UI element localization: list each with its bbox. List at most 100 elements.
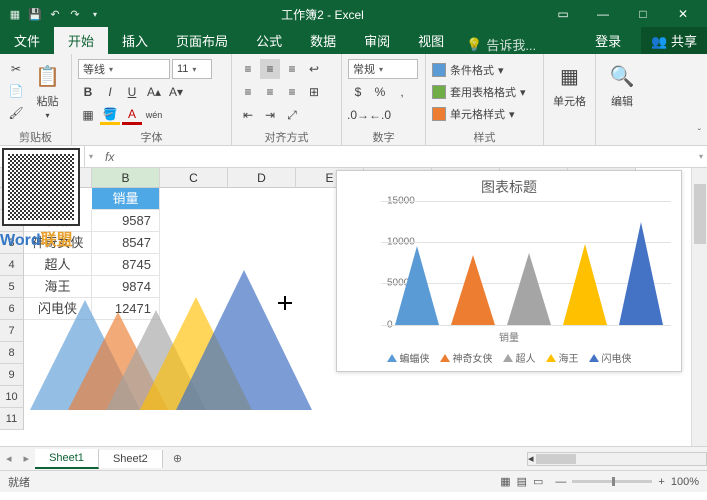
number-format-combo[interactable]: 常规▾ [348,59,418,79]
pagebreak-view-icon[interactable]: ▭ [533,475,543,488]
chart-legend: 蝙蝠侠神奇女侠超人海王闪电侠 [337,350,681,365]
header-cell[interactable]: 销量 [92,188,160,210]
indent-dec-button[interactable]: ⇤ [238,105,258,125]
sheet-nav-next-icon[interactable]: ▸ [18,452,36,465]
zoom-slider[interactable] [572,480,652,483]
inc-decimal-button[interactable]: .0→ [348,105,368,125]
redo-icon[interactable]: ↷ [68,7,82,21]
chart-xlabel: 销量 [337,329,681,344]
chart-object[interactable]: 图表标题 15000 10000 5000 0 销量 蝙蝠侠神奇女侠超人海王闪电… [336,170,682,372]
zoom-level[interactable]: 100% [671,476,699,488]
phonetic-button[interactable]: wén [144,105,164,125]
font-color-button[interactable]: A [122,105,142,125]
group-align: 对齐方式 [238,129,335,143]
row-header[interactable]: 9 [0,364,24,386]
share-button[interactable]: 👥 共享 [641,27,707,54]
data-cell[interactable]: 9587 [92,210,160,232]
zoom-out-button[interactable]: — [555,476,566,488]
data-cell[interactable]: 9874 [92,276,160,298]
paste-button[interactable]: 📋 粘贴 ▾ [30,57,65,120]
tab-file[interactable]: 文件 [0,27,54,54]
tab-formula[interactable]: 公式 [242,27,296,54]
align-top-button[interactable]: ≡ [238,59,258,79]
sheet-nav-prev-icon[interactable]: ◂ [0,452,18,465]
cut-icon[interactable]: ✂ [6,59,26,79]
ribbon-opts-icon[interactable]: ▭ [543,0,583,28]
horizontal-scrollbar[interactable]: ◂ [527,452,707,466]
new-sheet-button[interactable]: ⊕ [163,452,192,465]
italic-button[interactable]: I [100,82,120,102]
vertical-scrollbar[interactable] [691,168,707,446]
indent-inc-button[interactable]: ⇥ [260,105,280,125]
row-header[interactable]: 7 [0,320,24,342]
tab-layout[interactable]: 页面布局 [162,27,242,54]
row-header[interactable]: 4 [0,254,24,276]
merge-button[interactable]: ⊞ [304,82,324,102]
align-bottom-button[interactable]: ≡ [282,59,302,79]
conditional-format-button[interactable]: 条件格式 ▾ [432,61,504,79]
orientation-button[interactable]: ⤢ [282,105,302,125]
cells-icon: ▦ [555,61,585,91]
col-header[interactable]: D [228,168,296,188]
tab-view[interactable]: 视图 [404,27,458,54]
row-header[interactable]: 8 [0,342,24,364]
undo-icon[interactable]: ↶ [48,7,62,21]
font-name-combo[interactable]: 等线▾ [78,59,170,79]
bold-button[interactable]: B [78,82,98,102]
data-cell[interactable]: 闪电侠 [24,298,92,320]
percent-button[interactable]: % [370,82,390,102]
tab-home[interactable]: 开始 [54,27,108,54]
qat-dd-icon[interactable]: ▾ [88,7,102,21]
edit-button[interactable]: 🔍编辑 [602,57,642,109]
data-cell[interactable]: 8745 [92,254,160,276]
maximize-icon[interactable]: □ [623,0,663,28]
pagelayout-view-icon[interactable]: ▤ [517,475,527,488]
cells-button[interactable]: ▦单元格 [550,57,589,109]
data-cell[interactable]: 12471 [92,298,160,320]
normal-view-icon[interactable]: ▦ [500,475,510,488]
tab-data[interactable]: 数据 [296,27,350,54]
collapse-ribbon-icon[interactable]: ˇ [698,128,701,139]
expand-fbar-icon[interactable]: ▾ [695,152,707,161]
copy-icon[interactable]: 📄 [6,81,26,101]
dec-decimal-button[interactable]: ←.0 [370,105,390,125]
data-cell[interactable]: 海王 [24,276,92,298]
close-icon[interactable]: ✕ [663,0,703,28]
cell-style-button[interactable]: 单元格样式 ▾ [432,105,515,123]
align-middle-button[interactable]: ≡ [260,59,280,79]
row-header[interactable]: 6 [0,298,24,320]
minimize-icon[interactable]: — [583,0,623,28]
align-right-button[interactable]: ≡ [282,82,302,102]
comma-button[interactable]: , [392,82,412,102]
sheet-tab-1[interactable]: Sheet1 [35,449,99,469]
row-header[interactable]: 11 [0,408,24,430]
tell-me[interactable]: 💡告诉我... [466,35,536,54]
align-left-button[interactable]: ≡ [238,82,258,102]
fill-color-button[interactable]: 🪣 [100,105,120,125]
currency-button[interactable]: $ [348,82,368,102]
align-center-button[interactable]: ≡ [260,82,280,102]
tab-review[interactable]: 审阅 [350,27,404,54]
underline-button[interactable]: U [122,82,142,102]
grow-font-button[interactable]: A▴ [144,82,164,102]
col-header[interactable]: C [160,168,228,188]
data-cell[interactable]: 8547 [92,232,160,254]
row-header[interactable]: 5 [0,276,24,298]
col-header[interactable]: B [92,168,160,188]
font-size-combo[interactable]: 11▾ [172,59,212,79]
zoom-in-button[interactable]: + [658,476,664,488]
sheet-tab-2[interactable]: Sheet2 [99,450,163,468]
fx-icon[interactable]: fx [97,150,122,164]
row-header[interactable]: 10 [0,386,24,408]
border-button[interactable]: ▦ [78,105,98,125]
shrink-font-button[interactable]: A▾ [166,82,186,102]
fmtpaint-icon[interactable]: 🖌 [6,103,26,123]
table-format-button[interactable]: 套用表格格式 ▾ [432,83,526,101]
wrap-text-button[interactable]: ↩ [304,59,324,79]
tab-insert[interactable]: 插入 [108,27,162,54]
namebox-dd-icon[interactable]: ▾ [85,152,97,161]
save-icon[interactable]: 💾 [28,7,42,21]
data-cell[interactable]: 超人 [24,254,92,276]
chevron-down-icon: ▾ [192,65,196,74]
login-button[interactable]: 登录 [581,27,635,54]
